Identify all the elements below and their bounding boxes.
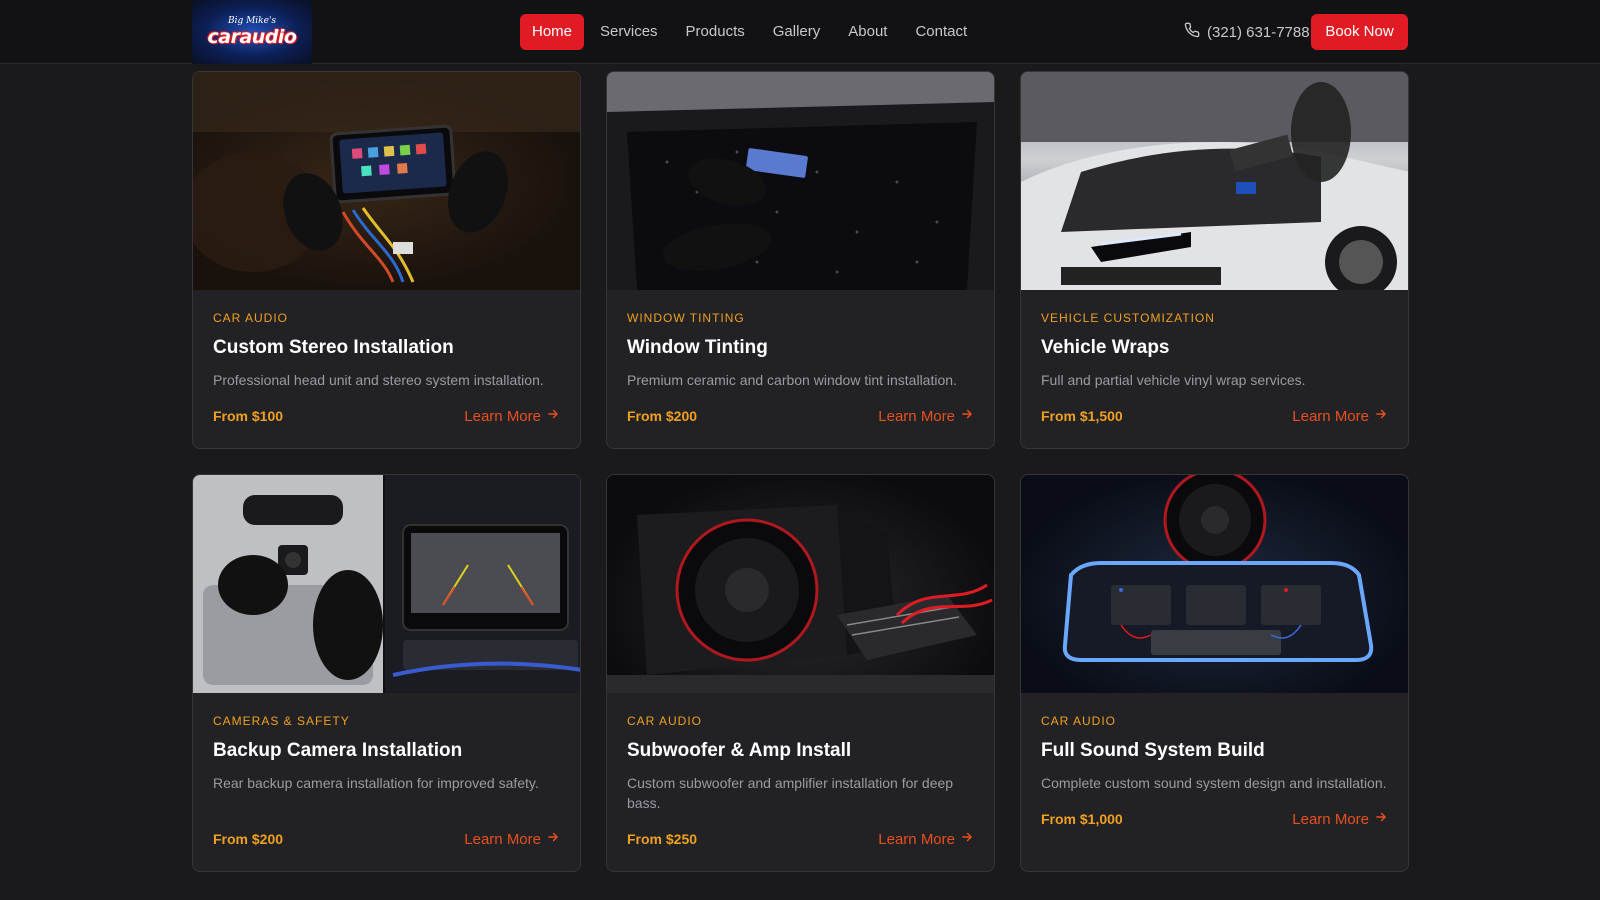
stereo-install-image	[193, 72, 580, 290]
card-price: From $1,000	[1041, 811, 1123, 827]
sound-system-image	[1021, 475, 1408, 693]
arrow-right-icon	[546, 830, 560, 848]
learn-more-link[interactable]: Learn More	[464, 830, 560, 848]
card-title: Custom Stereo Installation	[213, 337, 454, 358]
window-tint-image	[607, 72, 994, 290]
nav-home[interactable]: Home	[520, 14, 585, 50]
card-price: From $1,500	[1041, 408, 1123, 424]
service-card[interactable]: CAR AUDIO Subwoofer & Amp Install Custom…	[606, 474, 995, 872]
card-price: From $200	[213, 831, 284, 847]
learn-more-label: Learn More	[878, 830, 955, 848]
arrow-right-icon	[960, 830, 974, 848]
card-price: From $250	[627, 831, 698, 847]
card-category: CAR AUDIO	[627, 714, 703, 728]
learn-more-link[interactable]: Learn More	[878, 830, 974, 848]
arrow-right-icon	[546, 407, 560, 425]
nav-products[interactable]: Products	[674, 14, 757, 50]
learn-more-label: Learn More	[1292, 407, 1369, 425]
nav-services[interactable]: Services	[588, 14, 670, 50]
card-title: Vehicle Wraps	[1041, 337, 1170, 358]
card-title: Subwoofer & Amp Install	[627, 740, 852, 761]
card-title: Full Sound System Build	[1041, 740, 1265, 761]
card-description: Custom subwoofer and amplifier installat…	[627, 775, 954, 811]
services-grid: CAR AUDIO Custom Stereo Installation Pro…	[192, 71, 1409, 872]
learn-more-link[interactable]: Learn More	[878, 407, 974, 425]
card-category: CAR AUDIO	[1041, 714, 1117, 728]
learn-more-label: Learn More	[878, 407, 955, 425]
main-nav: Home Services Products Gallery About Con…	[520, 14, 979, 50]
card-description: Premium ceramic and carbon window tint i…	[627, 372, 957, 388]
site-header: Big Mike's caraudio Home Services Produc…	[0, 0, 1600, 64]
arrow-right-icon	[1374, 810, 1388, 828]
service-card[interactable]: CAR AUDIO Custom Stereo Installation Pro…	[192, 71, 581, 449]
learn-more-label: Learn More	[464, 830, 541, 848]
card-price: From $200	[627, 408, 698, 424]
card-description: Rear backup camera installation for impr…	[213, 775, 539, 791]
card-description: Professional head unit and stereo system…	[213, 372, 544, 388]
learn-more-link[interactable]: Learn More	[464, 407, 560, 425]
learn-more-label: Learn More	[464, 407, 541, 425]
card-description: Complete custom sound system design and …	[1041, 775, 1387, 791]
backup-camera-image	[193, 475, 580, 693]
card-title: Backup Camera Installation	[213, 740, 463, 761]
card-category: CAR AUDIO	[213, 311, 289, 325]
phone-link[interactable]: (321) 631-7788	[1184, 20, 1310, 44]
nav-gallery[interactable]: Gallery	[761, 14, 833, 50]
card-category: WINDOW TINTING	[627, 311, 745, 325]
service-card[interactable]: CAR AUDIO Full Sound System Build Comple…	[1020, 474, 1409, 872]
subwoofer-amp-image	[607, 475, 994, 693]
card-category: CAMERAS & SAFETY	[213, 714, 350, 728]
logo-main-text: caraudio	[207, 26, 297, 48]
nav-about[interactable]: About	[836, 14, 899, 50]
learn-more-link[interactable]: Learn More	[1292, 810, 1388, 828]
arrow-right-icon	[960, 407, 974, 425]
logo-top-text: Big Mike's	[227, 16, 277, 26]
book-now-button[interactable]: Book Now	[1311, 14, 1408, 50]
card-description: Full and partial vehicle vinyl wrap serv…	[1041, 372, 1306, 388]
card-title: Window Tinting	[627, 337, 768, 358]
service-card[interactable]: VEHICLE CUSTOMIZATION Vehicle Wraps Full…	[1020, 71, 1409, 449]
service-card[interactable]: WINDOW TINTING Window Tinting Premium ce…	[606, 71, 995, 449]
brand-logo[interactable]: Big Mike's caraudio	[192, 0, 312, 64]
card-price: From $100	[213, 408, 284, 424]
vehicle-wrap-image	[1021, 72, 1408, 290]
phone-number: (321) 631-7788	[1207, 23, 1310, 41]
arrow-right-icon	[1374, 407, 1388, 425]
phone-icon	[1184, 22, 1200, 42]
card-category: VEHICLE CUSTOMIZATION	[1041, 311, 1215, 325]
nav-contact[interactable]: Contact	[903, 14, 979, 50]
learn-more-label: Learn More	[1292, 810, 1369, 828]
learn-more-link[interactable]: Learn More	[1292, 407, 1388, 425]
service-card[interactable]: CAMERAS & SAFETY Backup Camera Installat…	[192, 474, 581, 872]
